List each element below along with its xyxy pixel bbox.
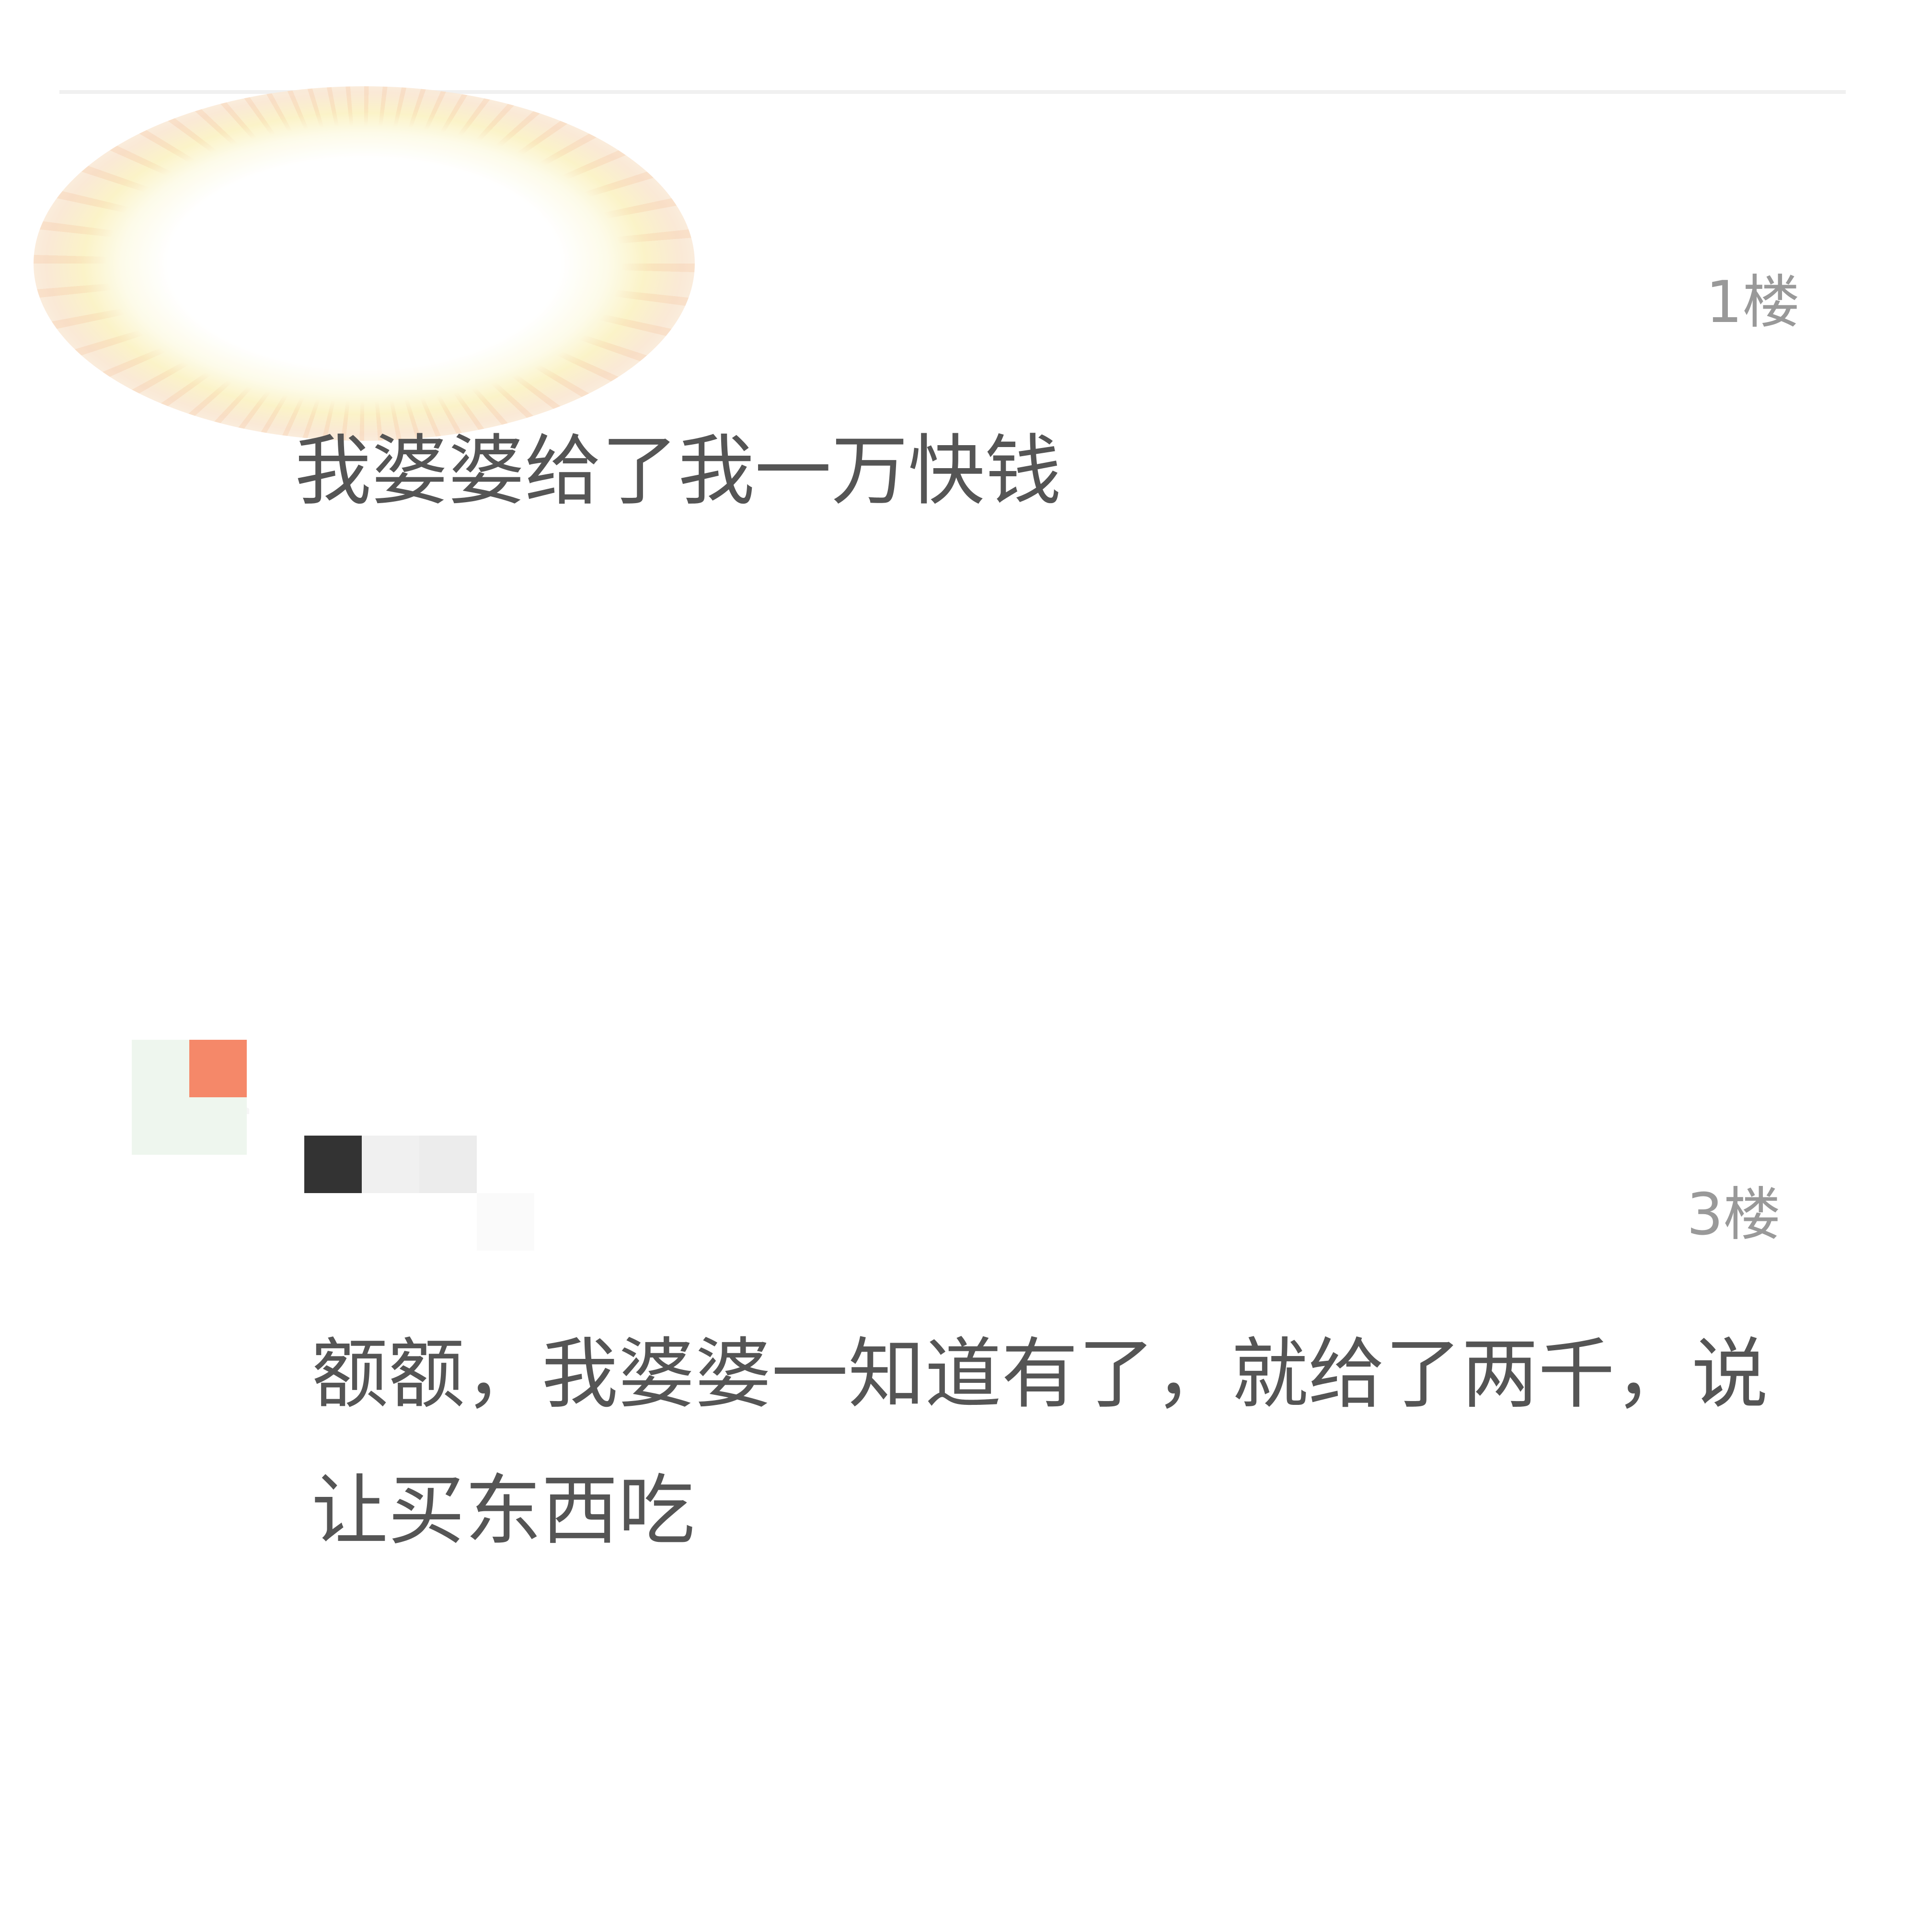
floor-number-label: 1楼 [1706, 269, 1800, 336]
pixelated-avatar[interactable] [132, 1040, 189, 1097]
reply-content: 我婆婆给了我一万快钱 [295, 426, 1062, 516]
reply-content: 额额，我婆婆一知道有了，就给了两千，说让买东西吃 [311, 1329, 1769, 1555]
floor-number-label: 3楼 [1687, 1182, 1781, 1248]
pixelated-avatar[interactable] [189, 1040, 247, 1097]
pixelated-post-meta [477, 1193, 534, 1251]
pixelated-username[interactable] [419, 1136, 477, 1193]
pixelated-username[interactable] [304, 1136, 362, 1193]
pixelated-avatar[interactable] [132, 1097, 247, 1155]
pixelated-username[interactable] [362, 1136, 419, 1193]
redacted-user-header [34, 86, 695, 441]
